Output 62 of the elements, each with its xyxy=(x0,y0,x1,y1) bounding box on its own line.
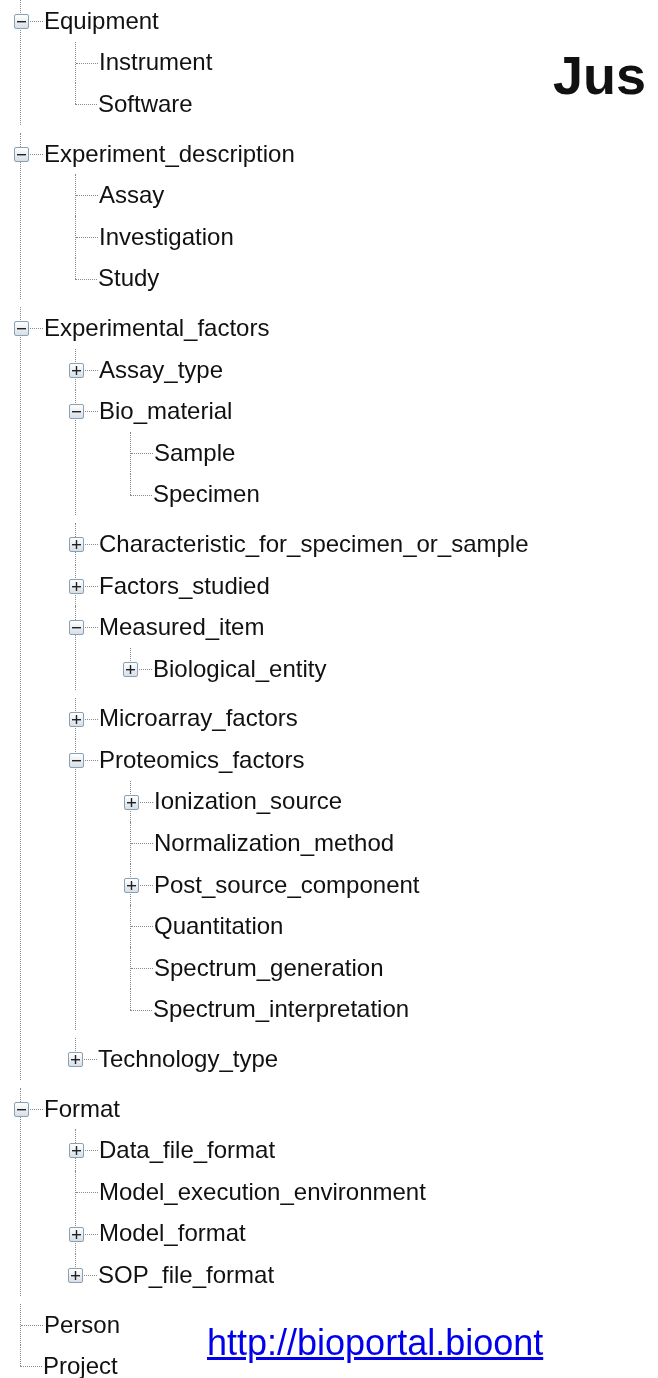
slide-title: Jus xyxy=(553,44,647,106)
plus-icon xyxy=(72,1146,81,1156)
tree-item-label[interactable]: Normalization_method xyxy=(154,831,395,856)
expand-toggle[interactable] xyxy=(69,362,84,378)
tree-item-label[interactable]: Data_file_format xyxy=(99,1138,276,1163)
plus-icon xyxy=(72,1229,81,1239)
plus-icon xyxy=(126,664,135,674)
expand-toggle[interactable] xyxy=(69,753,84,769)
expand-toggle[interactable] xyxy=(14,14,29,29)
tree-item-label[interactable]: Ionization_source xyxy=(154,789,343,814)
plus-icon xyxy=(72,365,81,375)
plus-icon xyxy=(72,540,81,550)
expand-toggle[interactable] xyxy=(69,620,84,636)
tree-item-label[interactable]: Quantitation xyxy=(154,914,284,939)
expand-toggle[interactable] xyxy=(69,537,84,553)
plus-icon xyxy=(72,581,81,591)
expand-toggle[interactable] xyxy=(68,1052,83,1068)
tree-item-label[interactable]: Model_execution_environment xyxy=(99,1179,426,1204)
tree-item-label[interactable]: Spectrum_generation xyxy=(154,955,384,980)
expand-toggle[interactable] xyxy=(68,1268,83,1284)
expand-toggle[interactable] xyxy=(69,1226,84,1242)
expand-toggle[interactable] xyxy=(14,1101,29,1117)
tree-item-label[interactable]: Model_format xyxy=(99,1221,246,1246)
tree-item-label[interactable]: Format xyxy=(44,1096,120,1121)
plus-icon xyxy=(72,714,81,724)
expand-toggle[interactable] xyxy=(69,1143,84,1159)
expand-toggle[interactable] xyxy=(14,146,29,162)
tree-item-label[interactable]: Proteomics_factors xyxy=(99,747,305,772)
tree-item-label[interactable]: Experiment_description xyxy=(44,141,295,166)
tree-item-label[interactable]: Sample xyxy=(154,440,236,465)
expand-toggle[interactable] xyxy=(124,794,139,810)
tree-item-label[interactable]: Measured_item xyxy=(99,615,265,640)
tree-item-label[interactable]: Assay xyxy=(99,183,165,208)
plus-icon xyxy=(71,1055,80,1065)
tree-item-label[interactable]: Investigation xyxy=(99,224,234,249)
link[interactable]: http://bioportal.bioont xyxy=(207,1322,544,1364)
tree-item-label[interactable]: Specimen xyxy=(153,482,260,507)
tree-item-label[interactable]: Characteristic_for_specimen_or_sample xyxy=(99,531,529,556)
expand-toggle[interactable] xyxy=(69,404,84,420)
tree-item-label[interactable]: Assay_type xyxy=(99,357,224,382)
tree-item-label[interactable]: Instrument xyxy=(99,50,213,75)
expand-toggle[interactable] xyxy=(14,321,29,337)
expand-toggle[interactable] xyxy=(69,711,84,727)
tree-item-label[interactable]: Experimental_factors xyxy=(44,315,270,340)
expand-toggle[interactable] xyxy=(124,877,139,893)
tree-item-label[interactable]: Factors_studied xyxy=(99,573,270,598)
plus-icon xyxy=(71,1271,80,1281)
expand-toggle[interactable] xyxy=(123,661,138,677)
tree-item-label[interactable]: Technology_type xyxy=(98,1047,279,1072)
tree-item-label[interactable]: Biological_entity xyxy=(153,656,327,681)
tree-item-label[interactable]: Person xyxy=(44,1312,121,1337)
tree-item-label[interactable]: SOP_file_format xyxy=(98,1263,275,1287)
plus-icon xyxy=(127,880,136,890)
tree-item-label[interactable]: Post_source_component xyxy=(154,872,420,897)
plus-icon xyxy=(127,797,136,807)
tree-item-label[interactable]: Bio_material xyxy=(99,399,233,424)
tree-item-label[interactable]: Study xyxy=(98,266,160,291)
tree-item-label[interactable]: Equipment xyxy=(44,8,159,33)
tree-item-label[interactable]: Software xyxy=(98,92,193,116)
tree-item-label[interactable]: Spectrum_interpretation xyxy=(153,997,410,1022)
tree-item-label[interactable]: Microarray_factors xyxy=(99,706,298,731)
expand-toggle[interactable] xyxy=(69,578,84,594)
